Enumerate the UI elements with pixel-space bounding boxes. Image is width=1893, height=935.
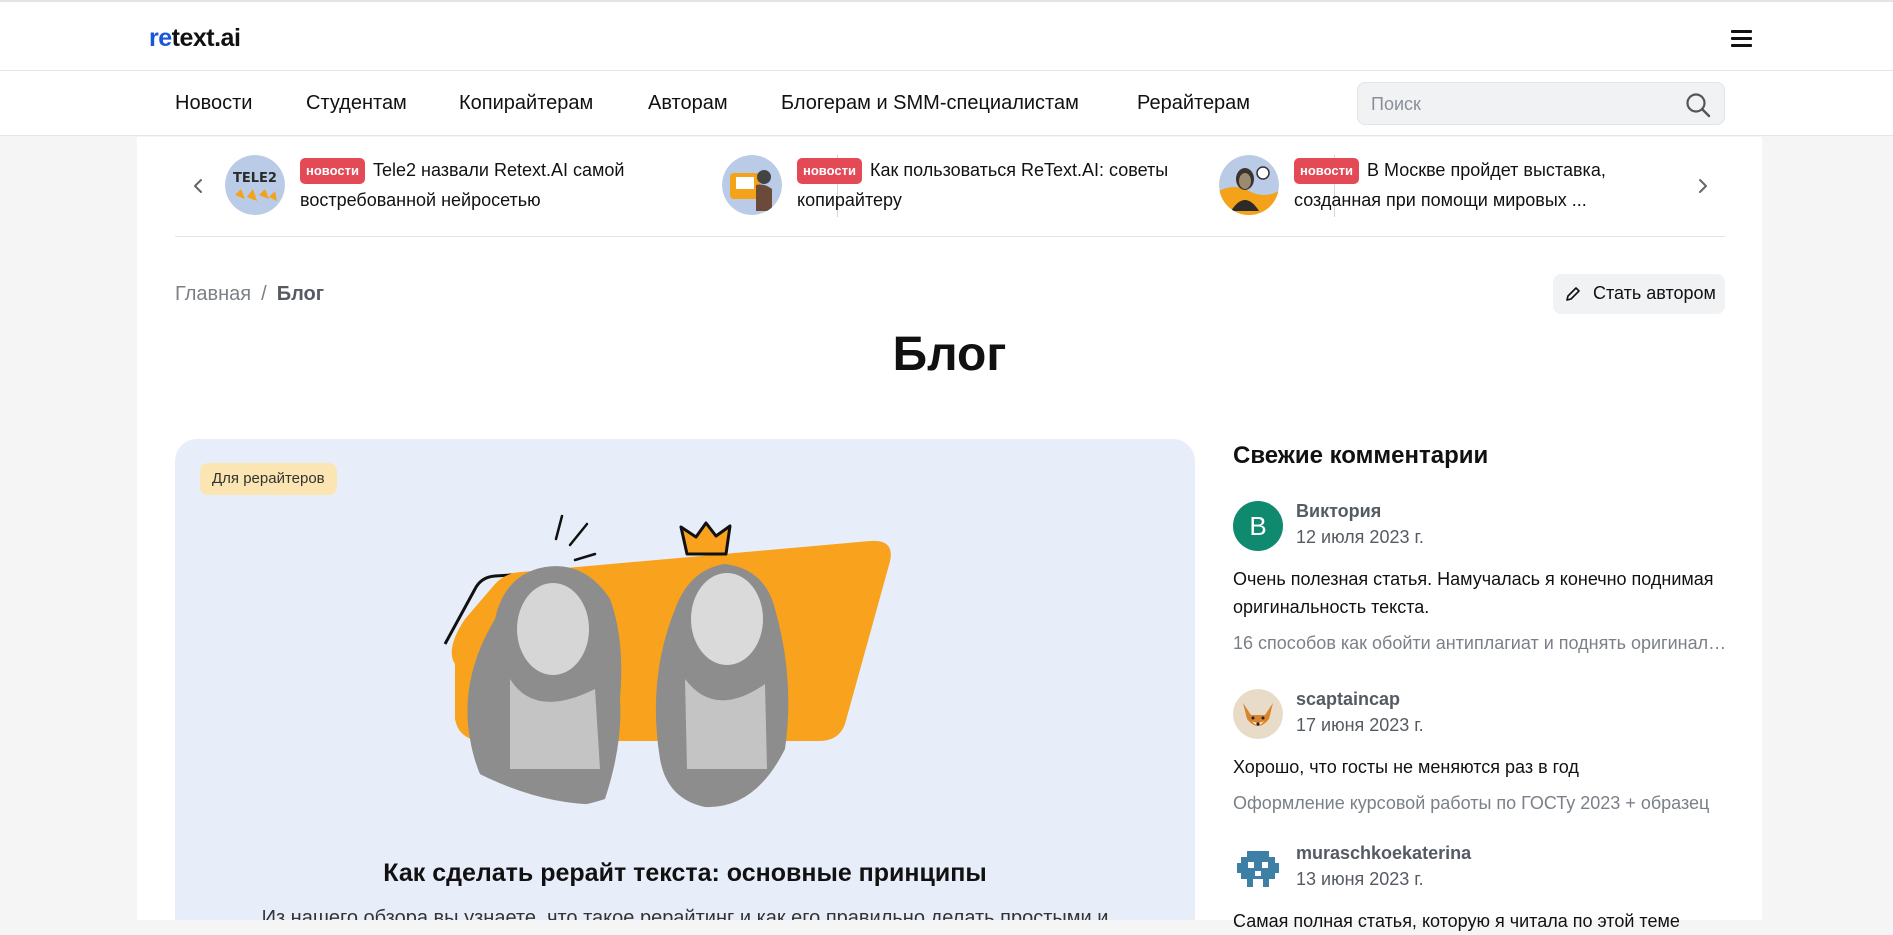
logo-rest: text.ai bbox=[171, 24, 241, 52]
logo[interactable]: retext.ai bbox=[149, 24, 241, 53]
nav-item-rewriters[interactable]: Рерайтерам bbox=[1137, 92, 1250, 115]
comment-article-link[interactable]: 16 способов как обойти антиплагиат и под… bbox=[1233, 633, 1733, 654]
news-item[interactable]: новости В Москве пройдет выставка, создан… bbox=[1219, 155, 1679, 219]
news-badge: новости bbox=[300, 158, 365, 184]
logo-prefix: re bbox=[149, 24, 172, 52]
avatar bbox=[1233, 689, 1283, 739]
comment-text: Хорошо, что госты не меняются раз в год bbox=[1233, 757, 1579, 777]
comment-author[interactable]: muraschkoekaterina bbox=[1296, 843, 1471, 864]
breadcrumb: Главная / Блог bbox=[175, 283, 324, 306]
news-item[interactable]: TELE2 новости Tele2 назвали Retext.AI сам… bbox=[225, 155, 685, 219]
avatar bbox=[1233, 843, 1283, 893]
comment-author[interactable]: Виктория bbox=[1296, 501, 1381, 522]
news-badge: новости bbox=[1294, 158, 1359, 184]
post-excerpt: Из нашего обзора вы узнаете, что такое р… bbox=[261, 907, 1109, 920]
nav-item-students[interactable]: Студентам bbox=[306, 92, 407, 115]
post-title[interactable]: Как сделать рерайт текста: основные прин… bbox=[175, 859, 1195, 888]
content-area: TELE2 новости Tele2 назвали Retext.AI сам… bbox=[137, 137, 1762, 931]
comment-date: 17 июня 2023 г. bbox=[1296, 715, 1424, 735]
become-author-button[interactable]: Стать автором bbox=[1553, 274, 1725, 314]
comment-date: 12 июля 2023 г. bbox=[1296, 527, 1424, 547]
breadcrumb-current: Блог bbox=[276, 283, 325, 305]
news-thumbnail bbox=[1219, 155, 1279, 215]
search-box bbox=[1357, 82, 1725, 125]
top-bar: retext.ai bbox=[0, 0, 1893, 71]
post-illustration bbox=[443, 514, 891, 829]
menu-icon[interactable] bbox=[1731, 30, 1752, 48]
search-icon[interactable] bbox=[1684, 91, 1712, 119]
page-title: Блог bbox=[892, 328, 1007, 381]
news-item[interactable]: новости Как пользоваться ReText.AI: совет… bbox=[722, 155, 1182, 219]
become-author-label: Стать автором bbox=[1593, 283, 1716, 303]
news-thumbnail bbox=[722, 155, 782, 215]
comment-date: 13 июня 2023 г. bbox=[1296, 869, 1424, 889]
category-tag[interactable]: Для рерайтеров bbox=[200, 463, 337, 495]
news-badge: новости bbox=[797, 158, 862, 184]
comment-text: Самая полная статья, которую я читала по… bbox=[1233, 911, 1680, 931]
avatar-letter: В bbox=[1249, 511, 1267, 541]
sidebar-title: Свежие комментарии bbox=[1233, 442, 1489, 469]
breadcrumb-separator: / bbox=[261, 283, 267, 305]
nav-item-news[interactable]: Новости bbox=[175, 92, 252, 115]
nav-item-authors[interactable]: Авторам bbox=[648, 92, 728, 115]
featured-post-card[interactable]: Для рерайтеров Как сделать рерайт текста… bbox=[175, 439, 1195, 920]
avatar: В bbox=[1233, 501, 1283, 551]
pencil-icon bbox=[1566, 287, 1580, 301]
svg-text:TELE2: TELE2 bbox=[233, 171, 277, 186]
comment-text: Очень полезная статья. Намучалась я коне… bbox=[1233, 569, 1714, 617]
chevron-right-icon[interactable] bbox=[1692, 175, 1714, 197]
breadcrumb-home[interactable]: Главная bbox=[175, 283, 251, 305]
nav-item-bloggers[interactable]: Блогерам и SMM-специалистам bbox=[781, 92, 1079, 115]
main-nav: Новости Студентам Копирайтерам Авторам Б… bbox=[0, 71, 1893, 136]
news-ticker: TELE2 новости Tele2 назвали Retext.AI сам… bbox=[175, 137, 1725, 237]
comment-author[interactable]: scaptaincap bbox=[1296, 689, 1400, 710]
news-thumbnail: TELE2 bbox=[225, 155, 285, 215]
search-input[interactable] bbox=[1371, 91, 1671, 117]
chevron-left-icon[interactable] bbox=[187, 175, 209, 197]
nav-item-copywriters[interactable]: Копирайтерам bbox=[459, 92, 593, 115]
comment-article-link[interactable]: Оформление курсовой работы по ГОСТу 2023… bbox=[1233, 793, 1733, 814]
